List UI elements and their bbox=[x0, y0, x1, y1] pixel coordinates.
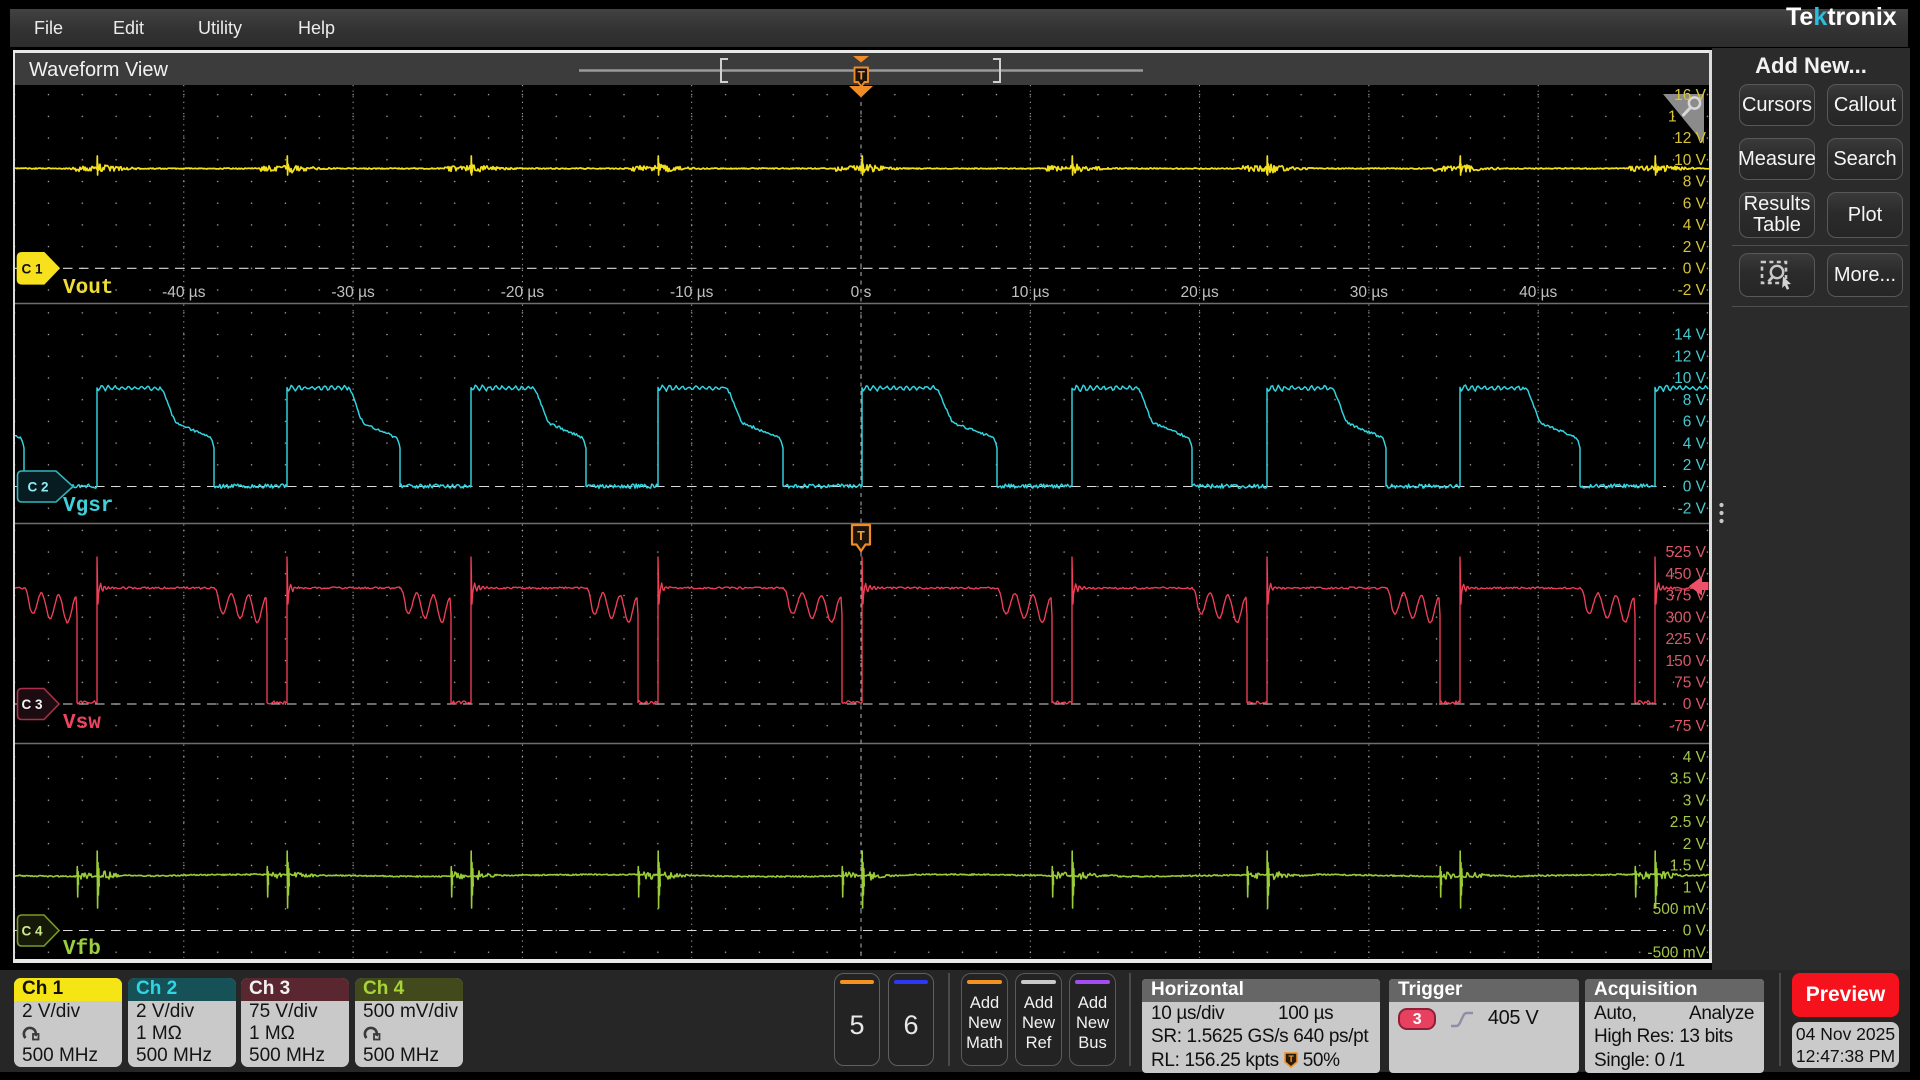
svg-text:0 V: 0 V bbox=[1683, 261, 1707, 278]
svg-text:4 V: 4 V bbox=[1683, 749, 1707, 766]
svg-text:Vgsr: Vgsr bbox=[63, 495, 113, 518]
svg-text:12 V: 12 V bbox=[1674, 348, 1707, 365]
svg-text:2 V: 2 V bbox=[1683, 457, 1707, 474]
svg-text:14 V: 14 V bbox=[1674, 327, 1707, 344]
svg-text:16 V: 16 V bbox=[1674, 87, 1707, 104]
svg-text:30 µs: 30 µs bbox=[1350, 284, 1388, 301]
svg-text:450 V: 450 V bbox=[1665, 566, 1706, 583]
svg-text:-20 µs: -20 µs bbox=[501, 284, 545, 301]
svg-text:2.5 V: 2.5 V bbox=[1670, 814, 1707, 831]
svg-text:1.5 V: 1.5 V bbox=[1670, 858, 1707, 875]
svg-text:C 3: C 3 bbox=[21, 697, 43, 712]
svg-text:10 V: 10 V bbox=[1674, 370, 1707, 387]
svg-text:-30 µs: -30 µs bbox=[331, 284, 375, 301]
svg-text:525 V: 525 V bbox=[1665, 544, 1706, 561]
svg-text:4 V: 4 V bbox=[1683, 435, 1707, 452]
svg-text:0 V: 0 V bbox=[1683, 696, 1707, 713]
svg-text:0 V: 0 V bbox=[1683, 479, 1707, 496]
svg-text:Vfb: Vfb bbox=[63, 938, 101, 961]
svg-text:4 V: 4 V bbox=[1683, 217, 1707, 234]
svg-text:-10 µs: -10 µs bbox=[670, 284, 714, 301]
svg-text:75 V: 75 V bbox=[1674, 675, 1707, 692]
svg-text:-75 V: -75 V bbox=[1669, 718, 1707, 735]
svg-text:20 µs: 20 µs bbox=[1180, 284, 1218, 301]
svg-text:Vout: Vout bbox=[63, 277, 113, 300]
svg-text:-2 V: -2 V bbox=[1678, 500, 1707, 517]
svg-text:2 V: 2 V bbox=[1683, 836, 1707, 853]
svg-text:500 mV: 500 mV bbox=[1653, 901, 1707, 918]
svg-text:10 V: 10 V bbox=[1674, 152, 1707, 169]
svg-text:150 V: 150 V bbox=[1665, 653, 1706, 670]
svg-text:6 V: 6 V bbox=[1683, 195, 1707, 212]
svg-text:6 V: 6 V bbox=[1683, 414, 1707, 431]
svg-text:40 µs: 40 µs bbox=[1519, 284, 1557, 301]
svg-text:C 2: C 2 bbox=[27, 480, 48, 495]
svg-text:3 V: 3 V bbox=[1683, 792, 1707, 809]
svg-text:8 V: 8 V bbox=[1683, 174, 1707, 191]
svg-text:300 V: 300 V bbox=[1665, 609, 1706, 626]
svg-text:C 1: C 1 bbox=[21, 261, 43, 276]
svg-text:1 V: 1 V bbox=[1683, 879, 1707, 896]
svg-text:0 s: 0 s bbox=[851, 284, 872, 301]
svg-text:12 V: 12 V bbox=[1674, 130, 1707, 147]
svg-text:-2 V: -2 V bbox=[1678, 282, 1707, 299]
svg-text:C 4: C 4 bbox=[21, 924, 43, 939]
svg-text:3.5 V: 3.5 V bbox=[1670, 771, 1707, 788]
svg-text:10 µs: 10 µs bbox=[1011, 284, 1049, 301]
svg-text:-40 µs: -40 µs bbox=[162, 284, 206, 301]
svg-text:Vsw: Vsw bbox=[63, 712, 101, 735]
svg-text:T: T bbox=[857, 529, 865, 543]
svg-text:0 V: 0 V bbox=[1683, 923, 1707, 940]
svg-text:8 V: 8 V bbox=[1683, 392, 1707, 409]
svg-text:2 V: 2 V bbox=[1683, 239, 1707, 256]
svg-text:225 V: 225 V bbox=[1665, 631, 1706, 648]
svg-text:375 V: 375 V bbox=[1665, 588, 1706, 605]
svg-text:1: 1 bbox=[1668, 109, 1677, 126]
svg-text:T: T bbox=[1288, 1054, 1294, 1064]
